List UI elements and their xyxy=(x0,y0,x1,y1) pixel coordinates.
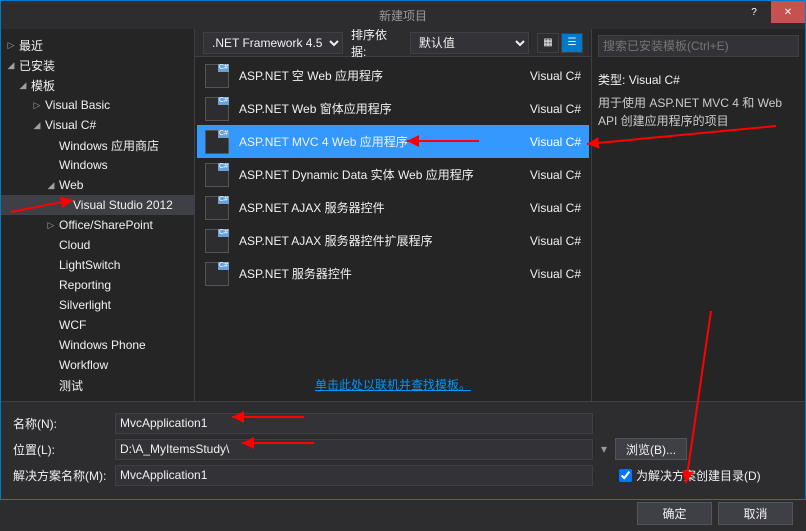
template-item[interactable]: ASP.NET Dynamic Data 实体 Web 应用程序Visual C… xyxy=(197,158,589,191)
web-project-icon xyxy=(205,97,229,121)
tree-test[interactable]: 测试 xyxy=(1,375,194,395)
chevron-right-icon: ▷ xyxy=(5,39,17,51)
template-item[interactable]: ASP.NET 服务器控件Visual C# xyxy=(197,257,589,290)
web-project-icon xyxy=(205,64,229,88)
dialog-buttons: 确定 取消 xyxy=(1,496,805,531)
online-templates-link[interactable]: 单击此处以联机并查找模板。 xyxy=(195,368,591,401)
window-title: 新建项目 xyxy=(379,7,427,24)
tree-windows-phone[interactable]: Windows Phone xyxy=(1,335,194,355)
ok-button[interactable]: 确定 xyxy=(637,502,712,525)
tree-silverlight[interactable]: Silverlight xyxy=(1,295,194,315)
name-input[interactable] xyxy=(115,413,593,434)
search-input[interactable] xyxy=(598,35,799,57)
web-project-icon xyxy=(205,262,229,286)
chevron-down-icon: ◢ xyxy=(17,79,29,91)
name-label: 名称(N): xyxy=(13,415,107,432)
tree-cloud[interactable]: Cloud xyxy=(1,235,194,255)
template-item[interactable]: ASP.NET Web 窗体应用程序Visual C# xyxy=(197,92,589,125)
template-toolbar: .NET Framework 4.5 排序依据: 默认值 ▦ ☰ xyxy=(195,29,591,57)
tree-vs2012[interactable]: Visual Studio 2012 xyxy=(1,195,194,215)
create-dir-checkbox[interactable] xyxy=(619,469,632,482)
type-line: 类型: Visual C# xyxy=(598,71,799,88)
template-list: ASP.NET 空 Web 应用程序Visual C# ASP.NET Web … xyxy=(195,57,591,368)
chevron-down-icon: ◢ xyxy=(5,59,17,71)
category-sidebar: ▷ 最近 ◢ 已安装 ◢ 模板 ▷ Visual Basic ◢ Visual … xyxy=(1,29,195,401)
template-description: 用于使用 ASP.NET MVC 4 和 Web API 创建应用程序的项目 xyxy=(598,94,799,130)
tree-installed[interactable]: ◢ 已安装 xyxy=(1,55,194,75)
template-item[interactable]: ASP.NET AJAX 服务器控件扩展程序Visual C# xyxy=(197,224,589,257)
template-item-selected[interactable]: ASP.NET MVC 4 Web 应用程序Visual C# xyxy=(197,125,589,158)
web-project-icon xyxy=(205,130,229,154)
tree-workflow[interactable]: Workflow xyxy=(1,355,194,375)
web-project-icon xyxy=(205,229,229,253)
template-item[interactable]: ASP.NET 空 Web 应用程序Visual C# xyxy=(197,59,589,92)
cancel-button[interactable]: 取消 xyxy=(718,502,793,525)
tree-web[interactable]: ◢ Web xyxy=(1,175,194,195)
sort-select[interactable]: 默认值 xyxy=(410,32,529,54)
view-list-icon[interactable]: ☰ xyxy=(561,33,583,53)
chevron-down-icon: ◢ xyxy=(31,119,43,131)
sort-label: 排序依据: xyxy=(351,26,402,60)
create-dir-label: 为解决方案创建目录(D) xyxy=(636,467,761,484)
close-button[interactable]: ✕ xyxy=(771,1,805,23)
web-project-icon xyxy=(205,196,229,220)
chevron-right-icon: ▷ xyxy=(31,99,43,111)
help-button[interactable]: ? xyxy=(737,1,771,23)
chevron-down-icon: ◢ xyxy=(45,179,57,191)
solution-label: 解决方案名称(M): xyxy=(13,467,107,484)
tree-recent[interactable]: ▷ 最近 xyxy=(1,35,194,55)
location-input[interactable] xyxy=(115,439,593,460)
tree-reporting[interactable]: Reporting xyxy=(1,275,194,295)
solution-input[interactable] xyxy=(115,465,593,486)
titlebar: 新建项目 ? ✕ xyxy=(1,1,805,29)
browse-button[interactable]: 浏览(B)... xyxy=(615,438,687,460)
web-project-icon xyxy=(205,163,229,187)
tree-windows[interactable]: Windows xyxy=(1,155,194,175)
tree-windows-store[interactable]: Windows 应用商店 xyxy=(1,135,194,155)
tree-wcf[interactable]: WCF xyxy=(1,315,194,335)
tree-visual-basic[interactable]: ▷ Visual Basic xyxy=(1,95,194,115)
tree-templates[interactable]: ◢ 模板 xyxy=(1,75,194,95)
framework-select[interactable]: .NET Framework 4.5 xyxy=(203,32,343,54)
template-item[interactable]: ASP.NET AJAX 服务器控件Visual C# xyxy=(197,191,589,224)
view-small-icon[interactable]: ▦ xyxy=(537,33,559,53)
description-panel: 类型: Visual C# 用于使用 ASP.NET MVC 4 和 Web A… xyxy=(591,29,805,401)
form-area: 名称(N): 位置(L): ▾ 浏览(B)... 解决方案名称(M): 为解决方… xyxy=(1,401,805,496)
chevron-right-icon: ▷ xyxy=(45,219,57,231)
location-label: 位置(L): xyxy=(13,441,107,458)
tree-office[interactable]: ▷Office/SharePoint xyxy=(1,215,194,235)
tree-lightswitch[interactable]: LightSwitch xyxy=(1,255,194,275)
tree-visual-csharp[interactable]: ◢ Visual C# xyxy=(1,115,194,135)
